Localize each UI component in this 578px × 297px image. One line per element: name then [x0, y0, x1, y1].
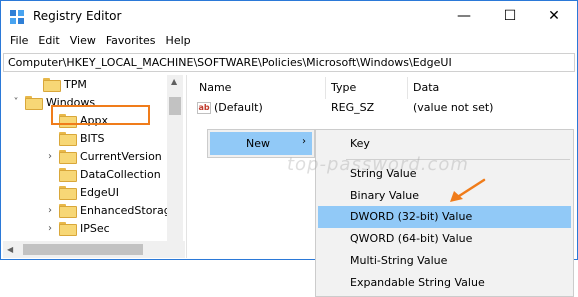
menu-view[interactable]: View: [65, 31, 101, 51]
chevron-down-icon[interactable]: ˅: [11, 97, 21, 108]
folder-icon: [59, 222, 77, 236]
column-divider[interactable]: [325, 77, 326, 99]
chevron-right-icon[interactable]: ›: [45, 205, 55, 216]
folder-icon: [59, 204, 77, 218]
folder-icon: [59, 168, 77, 182]
scroll-left-icon[interactable]: ◀: [7, 245, 13, 254]
tree-item-label: EdgeUI: [80, 185, 119, 199]
chevron-right-icon[interactable]: ›: [45, 223, 55, 234]
tree-item-bits[interactable]: BITS: [59, 129, 105, 147]
table-row[interactable]: ab (Default): [197, 101, 263, 114]
tree-item-label: EnhancedStorage: [80, 203, 178, 217]
tree-horizontal-scrollbar[interactable]: ◀: [3, 241, 185, 258]
tree-item-label: CurrentVersion: [80, 149, 162, 163]
column-divider[interactable]: [407, 77, 408, 99]
context-menu-item-new[interactable]: New ›: [210, 132, 312, 155]
tree-item-edgeui[interactable]: EdgeUI: [59, 183, 119, 201]
value-type: REG_SZ: [331, 101, 375, 114]
close-button[interactable]: ✕: [531, 1, 577, 31]
folder-icon: [59, 132, 77, 146]
folder-icon: [25, 96, 43, 110]
tree-pane: TPM ˅ Windows Appx BITS › CurrentVersion…: [3, 75, 187, 258]
registry-editor-icon: [10, 10, 24, 24]
scrollbar-thumb[interactable]: [169, 97, 181, 115]
column-header-type[interactable]: Type: [331, 81, 356, 94]
context-menu-new-label: New: [246, 137, 270, 150]
window-title: Registry Editor: [33, 9, 122, 23]
submenu-item-expandable-string-value[interactable]: Expandable String Value: [318, 272, 571, 294]
maximize-button[interactable]: ☐: [487, 1, 533, 31]
menu-help[interactable]: Help: [161, 31, 196, 51]
tree-item-label: TPM: [64, 77, 87, 91]
annotation-arrow-icon: [450, 178, 486, 202]
tree-item-label: IPSec: [80, 221, 110, 235]
tree-item-label: BITS: [80, 131, 105, 145]
submenu-item-binary-value[interactable]: Binary Value: [318, 185, 571, 207]
submenu-item-multi-string-value[interactable]: Multi-String Value: [318, 250, 571, 272]
submenu-item-key[interactable]: Key: [318, 133, 571, 155]
value-data: (value not set): [413, 101, 494, 114]
tree-item-currentversion[interactable]: › CurrentVersion: [48, 147, 162, 165]
string-value-icon: ab: [197, 101, 211, 114]
chevron-right-icon: ›: [302, 136, 306, 147]
address-bar[interactable]: Computer\HKEY_LOCAL_MACHINE\SOFTWARE\Pol…: [3, 53, 575, 72]
value-name: (Default): [214, 101, 263, 114]
tree-vertical-scrollbar[interactable]: ▲: [167, 75, 183, 243]
menu-file[interactable]: File: [5, 31, 33, 51]
scrollbar-thumb[interactable]: [23, 244, 143, 255]
folder-icon: [59, 186, 77, 200]
column-header-data[interactable]: Data: [413, 81, 439, 94]
menu-edit[interactable]: Edit: [33, 31, 64, 51]
tree-item-label: DataCollection: [80, 167, 161, 181]
title-bar[interactable]: Registry Editor — ☐ ✕: [1, 1, 577, 31]
submenu-item-dword-value[interactable]: DWORD (32-bit) Value: [318, 206, 571, 228]
watermark: top-password.com: [287, 154, 469, 175]
tree-item-tpm[interactable]: TPM: [43, 75, 87, 93]
selection-highlight-box: [51, 105, 150, 125]
tree-item-enhancedstorage[interactable]: › EnhancedStorage: [48, 201, 178, 219]
folder-icon: [43, 78, 61, 92]
menu-favorites[interactable]: Favorites: [101, 31, 161, 51]
chevron-right-icon[interactable]: ›: [45, 151, 55, 162]
tree-item-ipsec[interactable]: › IPSec: [48, 219, 110, 237]
minimize-button[interactable]: —: [441, 1, 487, 31]
column-header-name[interactable]: Name: [199, 81, 231, 94]
tree-item-datacollection[interactable]: DataCollection: [59, 165, 161, 183]
scroll-up-icon[interactable]: ▲: [171, 77, 177, 86]
folder-icon: [59, 150, 77, 164]
submenu-item-qword-value[interactable]: QWORD (64-bit) Value: [318, 228, 571, 250]
menu-bar: File Edit View Favorites Help: [1, 31, 577, 51]
